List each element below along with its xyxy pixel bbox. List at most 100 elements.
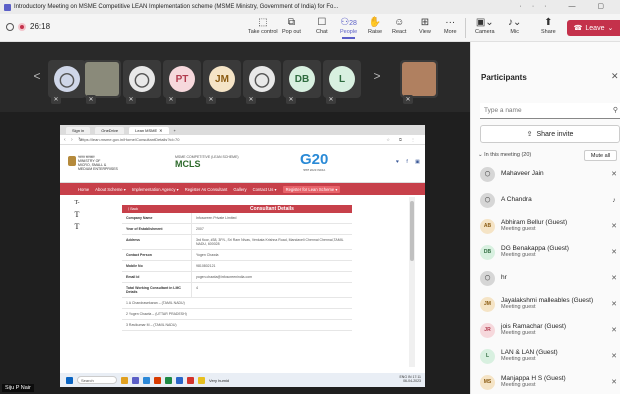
raise-hand-button[interactable]: ✋ Raise	[368, 17, 382, 35]
table-row: Email id yogen.chawla@infoscreenindia.com	[122, 272, 352, 283]
files-icon[interactable]	[121, 376, 128, 384]
view-button[interactable]: ⊞ View	[419, 17, 431, 35]
site-nav-item[interactable]: Implementation Agency ▾	[132, 187, 179, 192]
browser-tab[interactable]: OneDrive	[95, 126, 125, 134]
chevron-right-icon: >	[373, 69, 381, 83]
participant-item[interactable]: JM Jayalakshmi malleables (Guest) Meeting …	[480, 293, 620, 315]
site-nav-item[interactable]: Contact Us ▾	[253, 187, 277, 192]
close-icon[interactable]: ✕	[611, 71, 619, 82]
site-nav-item[interactable]: About Scheme ▾	[95, 187, 126, 192]
participant-tile[interactable]: L ✕	[323, 60, 361, 104]
scrollbar-thumb[interactable]	[410, 201, 414, 261]
search-placeholder: Type a name	[484, 107, 522, 114]
mic-muted-icon[interactable]: ✕	[608, 248, 620, 256]
mic-muted-icon[interactable]: ✕	[608, 378, 620, 386]
chat-button[interactable]: ☐ Chat	[316, 17, 328, 35]
window-controls[interactable]: ··· — ▢	[520, 2, 615, 10]
mic-muted-icon[interactable]: ✕	[608, 274, 620, 282]
mic-muted-icon[interactable]: ✕	[608, 300, 620, 308]
text-size-controls[interactable]: T- T T	[70, 197, 84, 237]
panel-title: Participants	[481, 73, 527, 82]
site-nav-item[interactable]: Register for Lean Scheme ▾	[282, 185, 341, 193]
site-nav-item[interactable]: Gallery	[233, 187, 246, 192]
participant-tile[interactable]: ◯ ✕	[243, 60, 281, 104]
more-label: More	[444, 29, 457, 35]
site-nav-item[interactable]: Register As Consultant	[185, 187, 228, 192]
row-value: 9810802121	[196, 264, 216, 268]
participant-photo	[85, 62, 119, 96]
share-invite-button[interactable]: ⇪ Share invite	[480, 125, 620, 143]
edge-icon[interactable]	[143, 376, 150, 384]
leave-button[interactable]: ☎ Leave ⌄	[567, 20, 620, 36]
participant-tile[interactable]: ◯ ✕	[123, 60, 161, 104]
table-row: Total Working Consultant in LMC Details 4	[122, 283, 352, 298]
table-row: Year of Establishment 2007	[122, 224, 352, 235]
take-control-button[interactable]: ⬚ Take control	[248, 17, 278, 35]
g20-title: G20	[300, 151, 329, 168]
participant-tile[interactable]: DB ✕	[283, 60, 321, 104]
social-icons[interactable]: ♥ f ▣	[396, 159, 423, 165]
taskbar-search[interactable]: Search	[77, 376, 117, 384]
windows-start-icon[interactable]	[66, 376, 73, 384]
section-header[interactable]: ⌄ In this meeting (20)	[478, 152, 531, 158]
chrome-icon[interactable]	[187, 376, 194, 384]
participant-item[interactable]: MS Manjappa H S (Guest) Meeting guest ✕	[480, 371, 620, 393]
participant-tile[interactable]: ✕	[400, 60, 438, 104]
participant-item[interactable]: ◯ A Chandra ♪	[480, 189, 620, 211]
excel-icon[interactable]	[165, 376, 172, 384]
participant-item[interactable]: ◯ Mahaveer Jain ✕	[480, 163, 620, 185]
teams-taskbar-icon[interactable]	[132, 376, 139, 384]
participant-item[interactable]: JR jois Ramachar (Guest) Meeting guest ✕	[480, 319, 620, 341]
participant-item[interactable]: ◯ hr ✕	[480, 267, 620, 289]
text-size-decrease[interactable]: T-	[70, 197, 84, 209]
mcls-logo: MSME COMPETITIVE (LEAN SCHEME) MCLS	[175, 155, 239, 169]
office-icon[interactable]	[154, 376, 161, 384]
new-tab-icon[interactable]: +	[174, 128, 176, 133]
text-size-increase[interactable]: T	[70, 221, 84, 233]
participant-search-input[interactable]: Type a name ⚲	[480, 103, 620, 119]
participant-text: Mahaveer Jain	[501, 170, 608, 178]
page-scrollbar[interactable]	[409, 197, 415, 367]
participant-text: A Chandra	[501, 196, 608, 204]
people-button[interactable]: ⚇28 People	[340, 17, 357, 39]
react-button[interactable]: ☺ React	[392, 17, 406, 35]
participant-tile[interactable]: ✕	[83, 60, 121, 104]
browser-nav-icons[interactable]: ‹ › ↻	[64, 137, 84, 143]
back-link[interactable]: ⟨ Back	[122, 207, 192, 211]
avatar: ◯	[480, 270, 495, 286]
participant-tile[interactable]: JM ✕	[203, 60, 241, 104]
mic-muted-icon[interactable]: ✕	[608, 352, 620, 360]
participant-tile[interactable]: PT ✕	[163, 60, 201, 104]
search-icon: ⚲	[612, 107, 618, 114]
avatar: MS	[480, 374, 495, 390]
site-nav-item[interactable]: Home	[78, 187, 89, 192]
mic-button[interactable]: ♪⌄ Mic	[508, 17, 521, 35]
mic-muted-icon[interactable]: ✕	[608, 170, 620, 178]
participant-item[interactable]: DB DG Benakappa (Guest) Meeting guest ✕	[480, 241, 620, 263]
table-row: Contact Person Yogen Chawla	[122, 250, 352, 261]
participant-tile[interactable]: ◯ ✕	[48, 60, 86, 104]
weather-icon[interactable]	[198, 376, 205, 384]
participant-item[interactable]: L LAN & LAN (Guest) Meeting guest ✕	[480, 345, 620, 367]
consultant-details: ⟨ Back Consultant Details Company Name Inf…	[122, 205, 352, 375]
mic-on-icon[interactable]: ♪	[608, 197, 620, 204]
strip-prev-button[interactable]: <	[30, 66, 44, 86]
mic-muted-icon[interactable]: ✕	[608, 222, 620, 230]
mute-all-button[interactable]: Mute all	[584, 150, 617, 161]
strip-next-button[interactable]: >	[370, 66, 384, 86]
browser-tab[interactable]: Lean MSME ✕	[129, 126, 169, 134]
avatar: ◯	[480, 192, 495, 208]
text-size-normal[interactable]: T	[70, 209, 84, 221]
more-button[interactable]: ··· More	[444, 17, 457, 35]
table-row: Address 3rd floor, #38, 3P/L, Sri Ram Niv…	[122, 235, 352, 250]
mic-muted-icon[interactable]: ✕	[608, 326, 620, 334]
browser-urlbar[interactable]: ‹ › ↻ https://lean.msme.gov.in/Home/Cons…	[60, 135, 425, 145]
pop-out-button[interactable]: ⧉ Pop out	[282, 17, 301, 35]
share-button[interactable]: ⬆ Share	[541, 17, 556, 35]
browser-tab[interactable]: Sign in	[66, 126, 91, 134]
taskbar-clock[interactable]: ENG IN 17:11 06-04-2023	[399, 375, 421, 383]
participant-item[interactable]: AB Abhiram Bellur (Guest) Meeting guest ✕	[480, 215, 620, 237]
camera-button[interactable]: ▣⌄ Camera	[475, 17, 495, 35]
browser-action-icons[interactable]: ☆ ⧉ ⋮	[386, 137, 419, 142]
word-icon[interactable]	[176, 376, 183, 384]
